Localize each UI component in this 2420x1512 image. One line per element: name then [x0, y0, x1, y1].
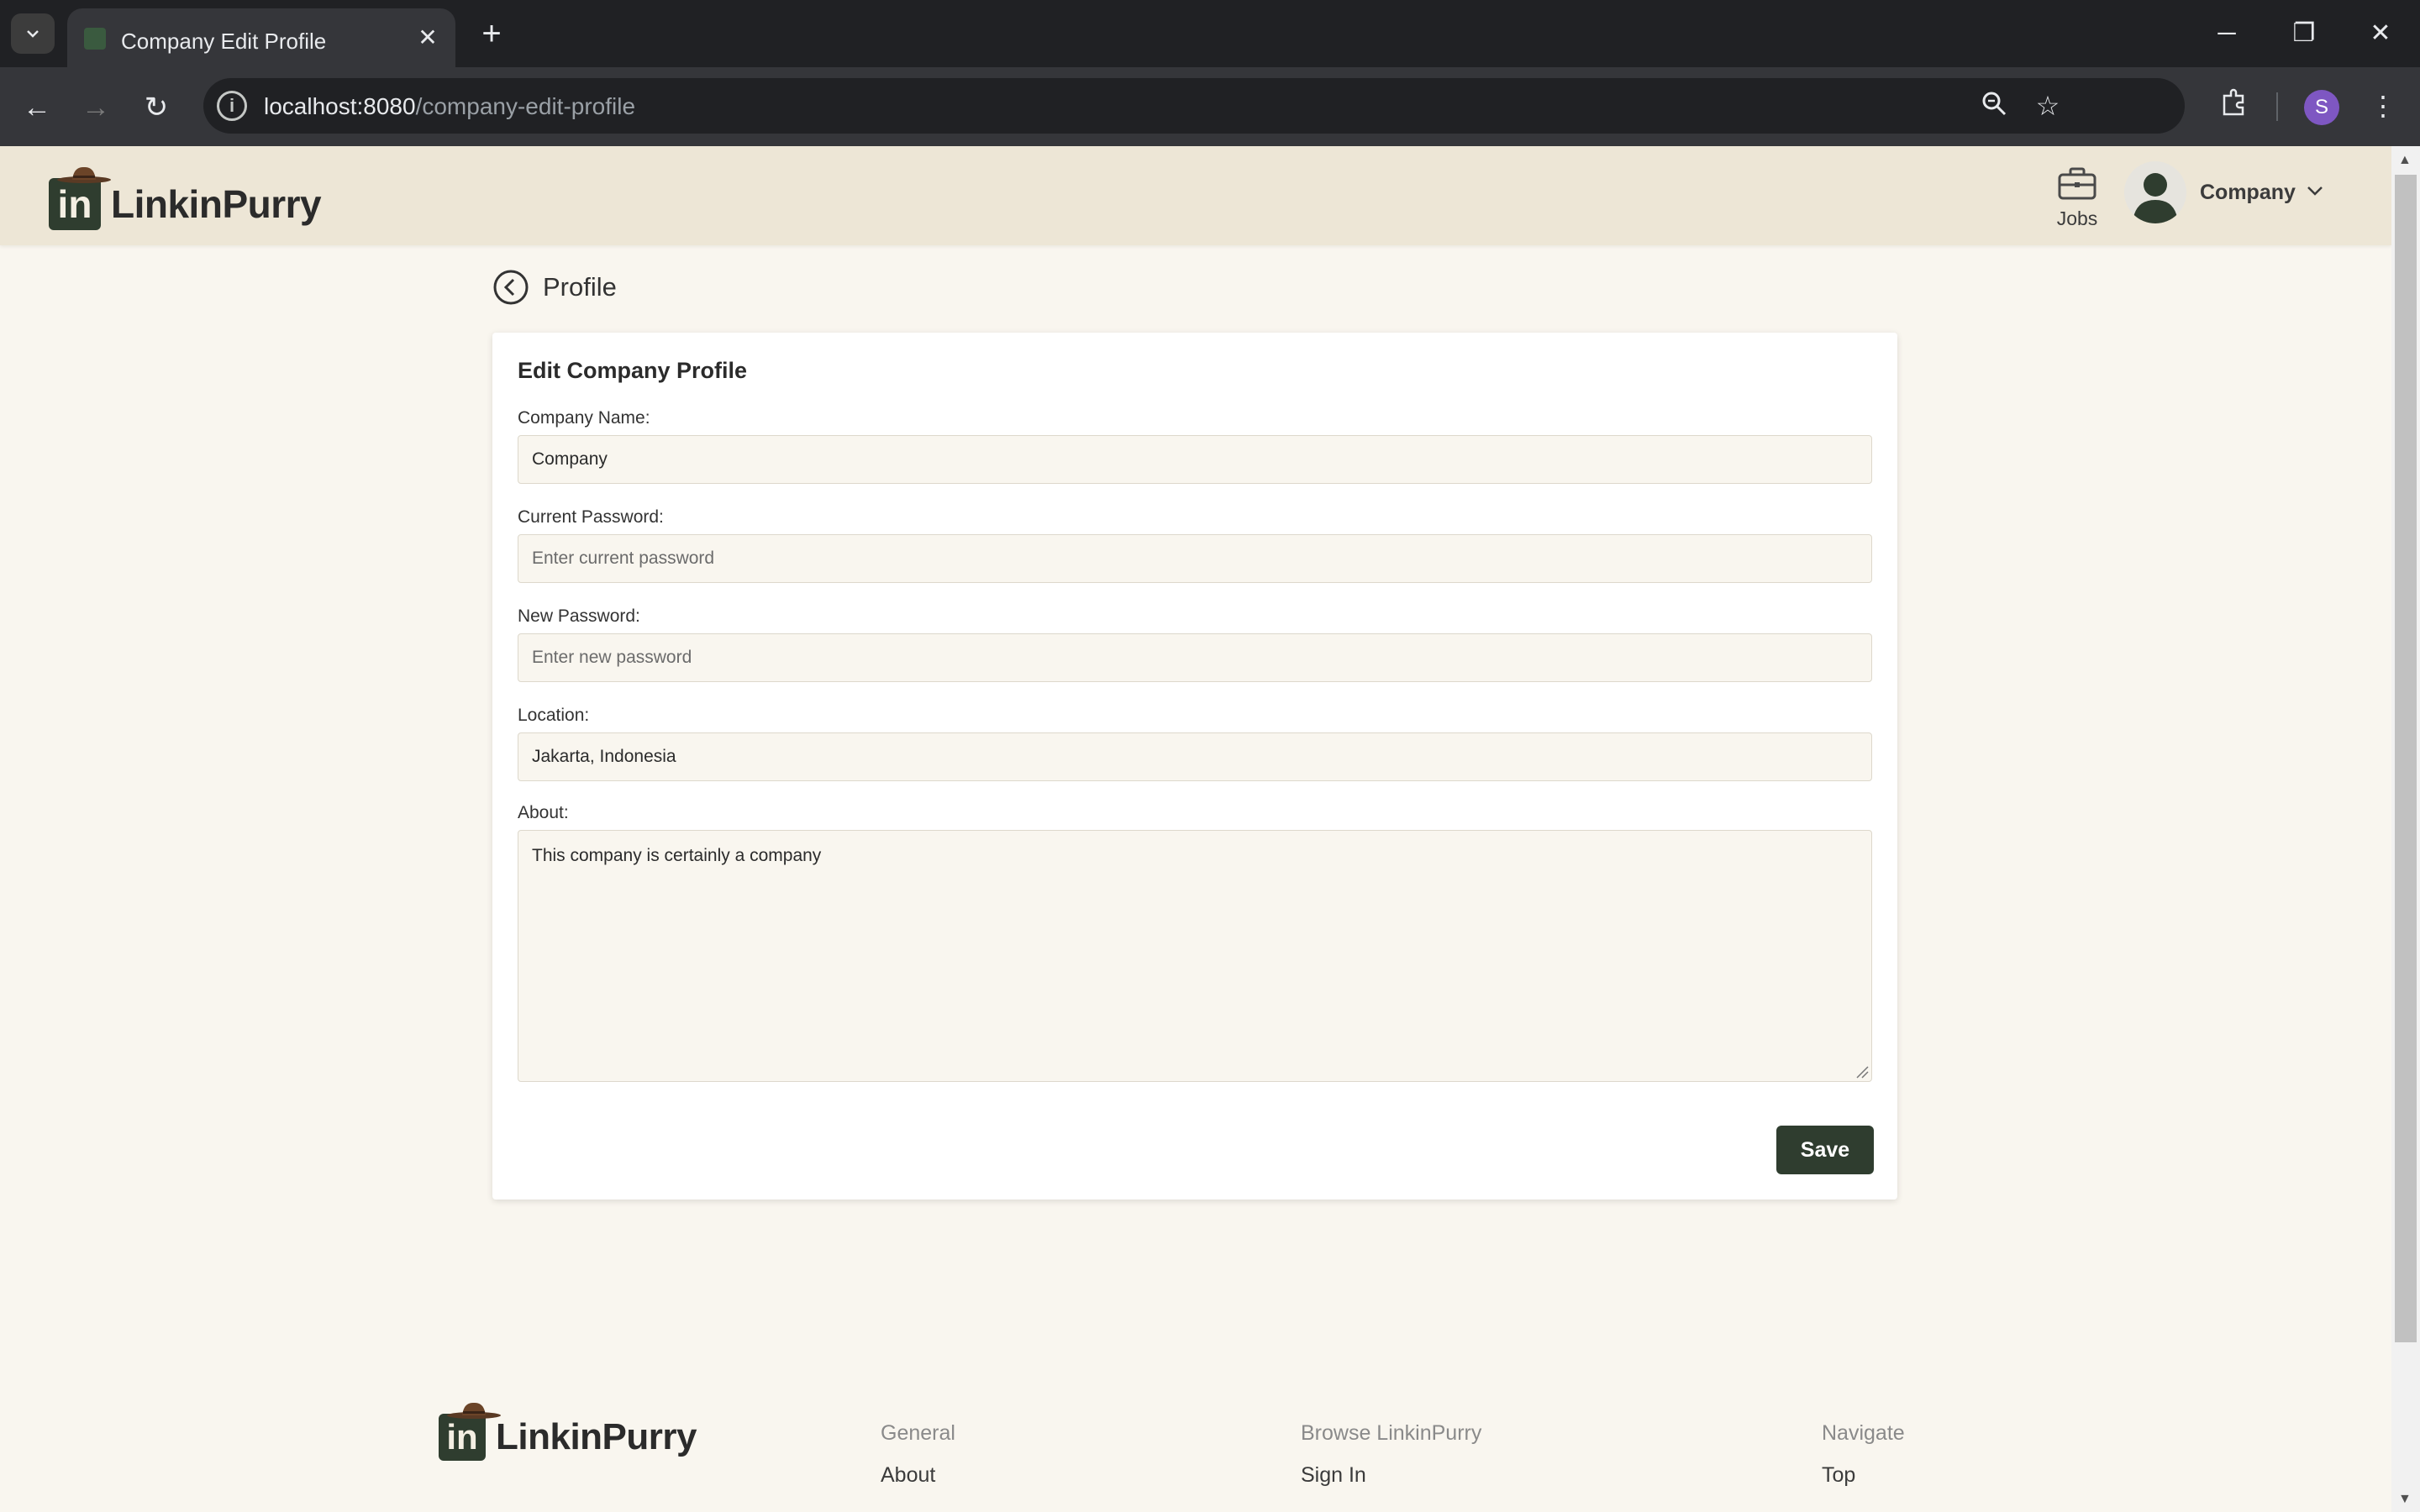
scrollbar-thumb[interactable]	[2395, 175, 2417, 1342]
extensions-icon[interactable]	[2215, 87, 2252, 124]
form-title: Edit Company Profile	[518, 358, 748, 383]
footer-brand-name: LinkinPurry	[496, 1416, 697, 1457]
site-header: in LinkinPurry Jobs Company	[0, 146, 2391, 245]
new-password-label: New Password:	[518, 606, 640, 626]
new-tab-button[interactable]: +	[475, 17, 508, 50]
footer-link-about[interactable]: About	[881, 1463, 935, 1488]
current-password-label: Current Password:	[518, 507, 664, 527]
site-logo[interactable]: in LinkinPurry	[49, 165, 322, 232]
browser-toolbar: ← → ↻ i localhost:8080/company-edit-prof…	[0, 67, 2420, 146]
close-window-button[interactable]: ✕	[2355, 17, 2406, 50]
user-menu-name[interactable]: Company	[2200, 181, 2296, 205]
bookmark-star-icon[interactable]: ☆	[2032, 90, 2064, 122]
address-bar[interactable]: i localhost:8080/company-edit-profile ☆	[203, 78, 2185, 134]
brand-name: LinkinPurry	[111, 182, 322, 226]
nav-jobs[interactable]: Jobs	[2049, 166, 2106, 230]
new-password-input[interactable]	[518, 633, 1872, 682]
nav-jobs-label: Jobs	[2056, 207, 2098, 229]
footer-link-top[interactable]: Top	[1822, 1463, 1855, 1488]
back-to-profile[interactable]: Profile	[492, 269, 617, 306]
back-circle-icon[interactable]	[492, 269, 529, 306]
resize-grip-icon[interactable]	[1855, 1065, 1869, 1079]
scroll-up-arrow[interactable]: ▲	[2398, 153, 2412, 168]
hat-icon	[447, 1402, 501, 1419]
location-label: Location:	[518, 706, 590, 725]
footer-heading-navigate: Navigate	[1822, 1421, 1905, 1445]
scroll-down-arrow[interactable]: ▼	[2398, 1492, 2412, 1507]
about-label: About:	[518, 803, 569, 822]
more-menu-icon[interactable]: ⋮	[2365, 87, 2402, 124]
tab-search-button[interactable]	[11, 13, 55, 54]
browser-tab-bar: Company Edit Profile ✕ + ─ ❐ ✕	[0, 0, 2420, 67]
minimize-button[interactable]: ─	[2202, 17, 2252, 50]
avatar[interactable]	[2124, 161, 2186, 223]
chevron-down-icon	[27, 30, 39, 38]
page-title: Profile	[543, 272, 617, 302]
save-button[interactable]: Save	[1776, 1126, 1874, 1174]
footer-link-sign-in[interactable]: Sign In	[1301, 1463, 1366, 1488]
about-textarea[interactable]: This company is certainly a company	[518, 830, 1872, 1082]
logo-mark: in	[49, 166, 111, 230]
zoom-icon[interactable]	[1978, 90, 2010, 122]
briefcase-icon	[2058, 167, 2096, 200]
footer-logo[interactable]: in LinkinPurry	[439, 1401, 697, 1462]
site-info-icon[interactable]: i	[217, 91, 247, 121]
favicon-icon	[84, 28, 106, 50]
url-text[interactable]: localhost:8080/company-edit-profile	[264, 93, 635, 120]
toolbar-divider	[2276, 92, 2278, 121]
current-password-input[interactable]	[518, 534, 1872, 583]
company-name-label: Company Name:	[518, 408, 650, 428]
forward-icon[interactable]: →	[77, 89, 114, 126]
hat-icon	[57, 166, 111, 183]
location-input[interactable]	[518, 732, 1872, 781]
tab-title: Company Edit Profile	[121, 29, 327, 54]
edit-profile-card: Edit Company Profile Company Name: Curre…	[492, 333, 1897, 1200]
back-icon[interactable]: ←	[18, 89, 55, 126]
footer-heading-general: General	[881, 1421, 955, 1445]
browser-profile-avatar[interactable]: S	[2304, 90, 2339, 125]
reload-icon[interactable]: ↻	[138, 89, 175, 126]
chevron-down-icon[interactable]	[2304, 180, 2326, 202]
browser-tab[interactable]: Company Edit Profile ✕	[67, 8, 455, 67]
close-tab-icon[interactable]: ✕	[415, 25, 440, 50]
footer-logo-mark: in	[439, 1402, 501, 1461]
restore-button[interactable]: ❐	[2279, 17, 2329, 50]
footer-heading-browse: Browse LinkinPurry	[1301, 1421, 1482, 1445]
company-name-input[interactable]	[518, 435, 1872, 484]
